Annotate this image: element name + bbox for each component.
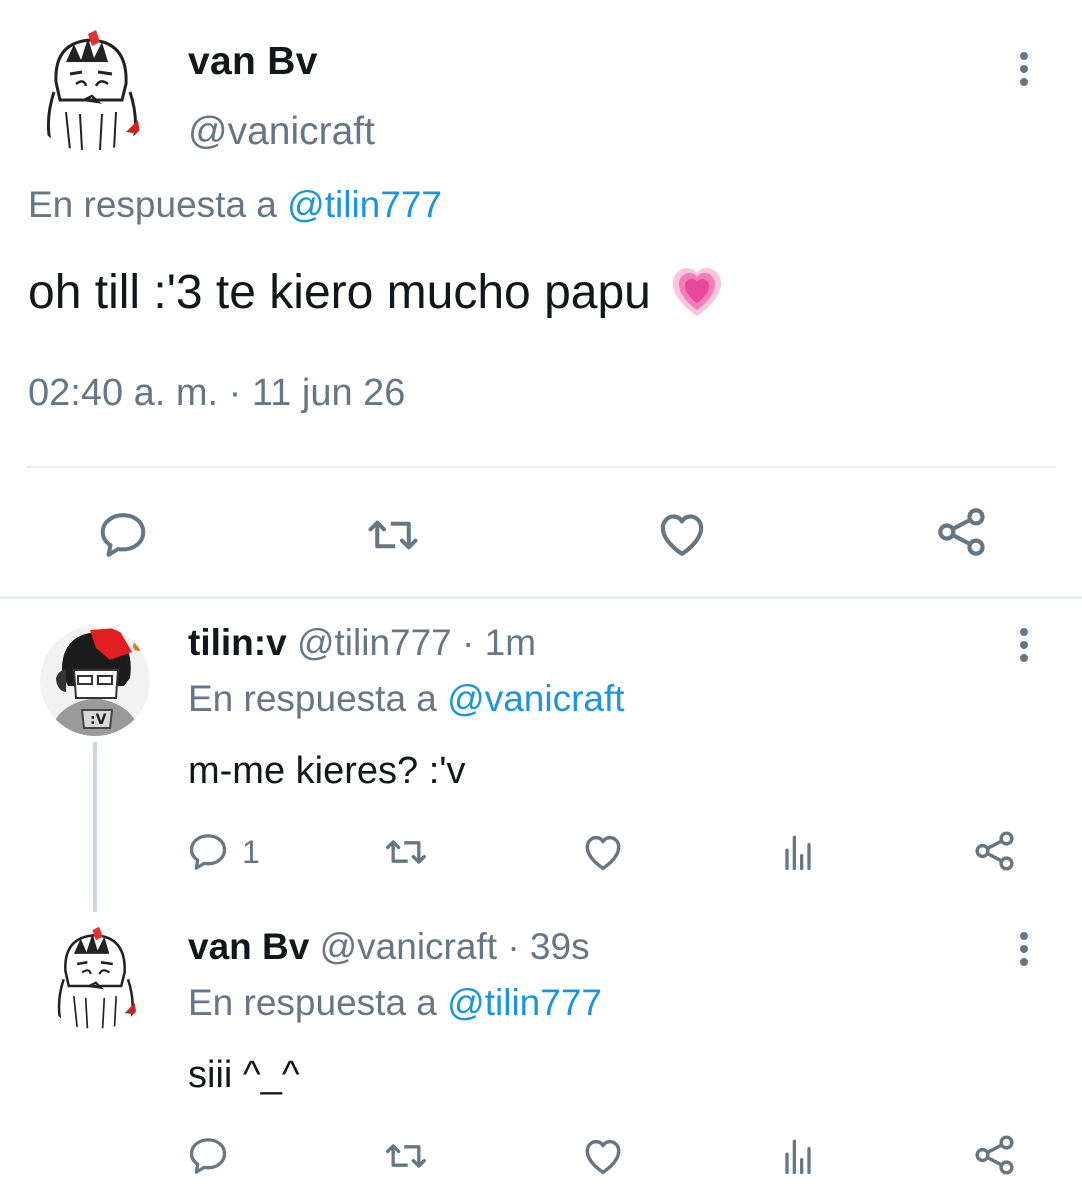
- more-options-icon[interactable]: [1018, 52, 1030, 91]
- reply-button[interactable]: 1: [186, 830, 260, 874]
- like-button[interactable]: [580, 829, 626, 875]
- retweet-button[interactable]: [384, 1134, 428, 1178]
- reply-button[interactable]: [186, 1134, 242, 1178]
- share-button[interactable]: [934, 504, 990, 560]
- reply-button[interactable]: [96, 508, 150, 562]
- reply-to-link[interactable]: @tilin777: [447, 982, 602, 1023]
- user-handle[interactable]: @tilin777: [297, 622, 452, 663]
- growing-heart-emoji: [667, 262, 727, 322]
- like-icon: [580, 1133, 626, 1179]
- reply-context: En respuesta a @vanicraft: [188, 678, 625, 720]
- user-handle[interactable]: @vanicraft: [320, 926, 497, 967]
- reply-prefix: En respuesta a: [188, 678, 437, 719]
- tweet-text-content: oh till :'3 te kiero mucho papu: [28, 265, 651, 319]
- reply-prefix: En respuesta a: [28, 184, 277, 225]
- reply-count: 1: [242, 833, 260, 870]
- tweet-text: siii ^_^: [188, 1054, 300, 1096]
- analytics-button[interactable]: [776, 1134, 820, 1178]
- more-options-icon[interactable]: [1018, 628, 1030, 667]
- analytics-icon: [776, 830, 820, 874]
- display-name[interactable]: van Bv: [188, 926, 309, 967]
- share-button[interactable]: [972, 828, 1018, 874]
- tweet-time[interactable]: · 39s: [507, 926, 589, 967]
- analytics-icon: [776, 1134, 820, 1178]
- reply-icon: [186, 830, 230, 874]
- share-icon: [934, 504, 990, 560]
- retweet-icon: [384, 1134, 428, 1178]
- reply-to-link[interactable]: @vanicraft: [447, 678, 624, 719]
- retweet-button[interactable]: [366, 508, 420, 562]
- display-name[interactable]: van Bv: [188, 40, 318, 84]
- retweet-button[interactable]: [384, 830, 428, 874]
- reply-icon: [186, 1134, 230, 1178]
- svg-text::V: :V: [90, 712, 107, 728]
- analytics-button[interactable]: [776, 830, 820, 874]
- like-button[interactable]: [654, 506, 710, 562]
- tweet-text: m-me kieres? :'v: [188, 750, 466, 792]
- like-icon: [654, 506, 710, 562]
- like-button[interactable]: [580, 1133, 626, 1179]
- user-handle[interactable]: @vanicraft: [188, 110, 375, 154]
- divider: [0, 596, 1082, 599]
- reply-context: En respuesta a @tilin777: [188, 982, 602, 1024]
- avatar[interactable]: [26, 22, 156, 152]
- retweet-icon: [366, 508, 420, 562]
- main-tweet: van Bv @vanicraft En respuesta a @tilin7…: [0, 0, 1082, 598]
- reply-prefix: En respuesta a: [188, 982, 437, 1023]
- avatar[interactable]: :V: [40, 626, 150, 736]
- reply-header: tilin:v @tilin777 · 1m: [188, 622, 536, 664]
- thread-connector: [93, 742, 97, 912]
- retweet-icon: [384, 830, 428, 874]
- divider: [26, 466, 1056, 468]
- tweet-time[interactable]: · 1m: [462, 622, 536, 663]
- reply-icon: [96, 508, 150, 562]
- share-button[interactable]: [972, 1132, 1018, 1178]
- tweet-timestamp[interactable]: 02:40 a. m. · 11 jun 26: [28, 372, 405, 415]
- more-options-icon[interactable]: [1018, 932, 1030, 971]
- reply-header: van Bv @vanicraft · 39s: [188, 926, 590, 968]
- tweet-text: oh till :'3 te kiero mucho papu: [28, 262, 727, 322]
- reply-context: En respuesta a @tilin777: [28, 184, 442, 226]
- share-icon: [972, 1132, 1018, 1178]
- share-icon: [972, 828, 1018, 874]
- avatar[interactable]: [40, 920, 150, 1030]
- like-icon: [580, 829, 626, 875]
- display-name[interactable]: tilin:v: [188, 622, 287, 663]
- reply-to-link[interactable]: @tilin777: [287, 184, 442, 225]
